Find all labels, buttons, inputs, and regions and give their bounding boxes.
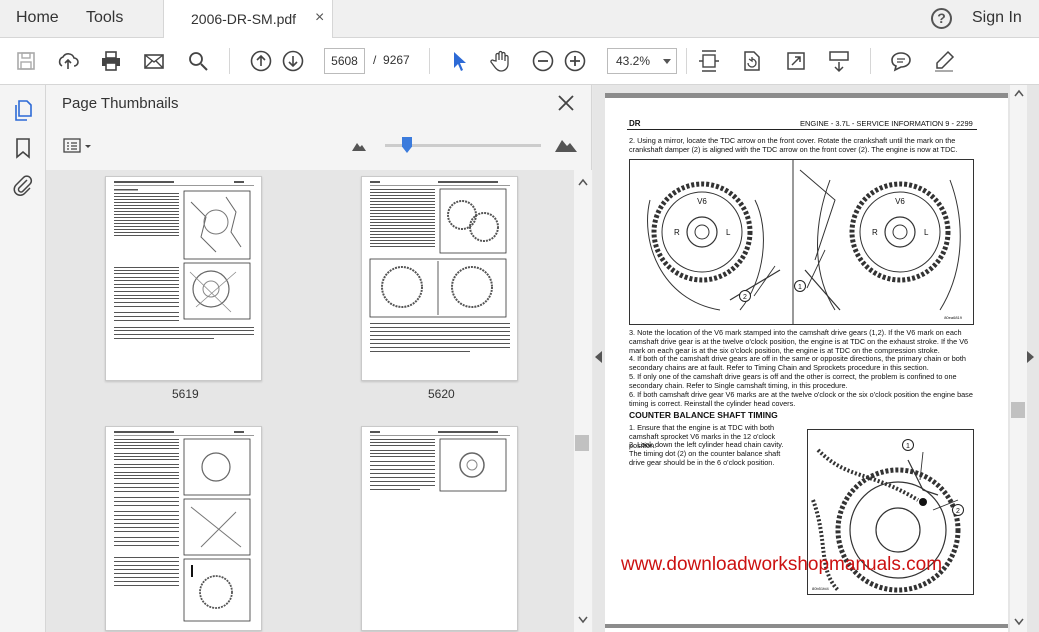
step-3-text: 3. Note the location of the V6 mark stam… [629, 328, 969, 355]
thumbnail-page[interactable] [105, 176, 262, 381]
thumbnail-page-preview [369, 181, 510, 352]
document-page: DR ENGINE - 3.7L - SERVICE INFORMATION 9… [605, 93, 1008, 632]
menu-tools[interactable]: Tools [86, 9, 123, 27]
page-top-edge [605, 93, 1008, 98]
callout-2: 2 [743, 294, 747, 301]
scroll-up-icon[interactable] [578, 178, 588, 186]
figure-code: 80b51fd4 [812, 586, 829, 591]
section-heading: COUNTER BALANCE SHAFT TIMING [629, 410, 778, 420]
menu-home[interactable]: Home [16, 9, 59, 27]
step-6-text: 6. If both camshaft drive gear V6 marks … [629, 390, 973, 408]
gear-label-l-right: L [924, 228, 929, 237]
document-scroll-handle[interactable] [1011, 402, 1025, 418]
previous-page-icon[interactable] [249, 49, 273, 73]
chevron-down-icon [663, 59, 671, 64]
total-pages: / 9267 [373, 53, 410, 67]
cloud-upload-icon[interactable] [56, 49, 80, 73]
watermark-url: www.downloadworkshopmanuals.com [621, 554, 943, 575]
scroll-up-icon[interactable] [1014, 89, 1024, 97]
thumbnail-label: 5620 [428, 387, 455, 401]
collapse-left-icon[interactable] [595, 351, 602, 363]
page-header-title: ENGINE - 3.7L - SERVICE INFORMATION 9 - … [800, 119, 973, 128]
thumbnail-page[interactable] [361, 176, 518, 381]
search-icon[interactable] [186, 49, 210, 73]
select-cursor-icon[interactable] [447, 49, 471, 73]
thumbnail-page-preview [114, 431, 254, 622]
next-page-icon[interactable] [281, 49, 305, 73]
callout-2: 2 [956, 508, 960, 515]
toolbar-divider [429, 48, 430, 74]
thumbnail-page-preview [114, 181, 254, 339]
panel-title: Page Thumbnails [62, 95, 179, 112]
thumbnail-page[interactable] [361, 426, 518, 631]
thumbnail-page-preview [370, 431, 510, 492]
step-5-text: 5. If only one of the camshaft drive gea… [629, 372, 957, 390]
callout-1: 1 [906, 443, 910, 450]
page-number-input[interactable]: 5608 [324, 48, 365, 74]
attachment-icon[interactable] [11, 173, 35, 197]
gear-label-v6-right: V6 [895, 197, 905, 206]
large-thumbnail-icon[interactable] [554, 137, 578, 153]
help-icon[interactable]: ? [931, 8, 952, 29]
save-icon[interactable] [14, 49, 38, 73]
tab-close-icon[interactable]: × [315, 9, 324, 27]
counter-balance-step-2: 2. Look down the left cylinder head chai… [629, 440, 784, 467]
timing-gears-illustration: V6 V6 R L R L 1 2 80ea6819 [647, 160, 963, 324]
thumbnail-scroll-handle[interactable] [575, 435, 589, 451]
top-bar: Home Tools 2006-DR-SM.pdf × ? Sign In [0, 0, 1039, 38]
callout-1: 1 [798, 284, 802, 291]
hand-tool-icon[interactable] [488, 49, 512, 73]
figure-code: 80ea6819 [944, 315, 963, 320]
document-tab[interactable]: 2006-DR-SM.pdf × [163, 0, 333, 38]
scroll-mode-icon[interactable] [827, 49, 851, 73]
thumbnail-page[interactable] [105, 426, 262, 631]
scroll-down-icon[interactable] [578, 616, 588, 624]
gear-label-r-left: R [674, 228, 680, 237]
close-icon[interactable] [556, 93, 576, 113]
zoom-out-icon[interactable] [531, 49, 555, 73]
highlight-pen-icon[interactable] [932, 49, 956, 73]
zoom-in-icon[interactable] [563, 49, 587, 73]
comment-icon[interactable] [889, 49, 913, 73]
print-icon[interactable] [99, 49, 123, 73]
document-scrollbar[interactable] [1010, 85, 1027, 632]
rotate-page-icon[interactable] [740, 49, 764, 73]
gear-label-r-right: R [872, 228, 878, 237]
toolbar-divider [870, 48, 871, 74]
toolbar: 5608 / 9267 43.2% [0, 38, 1039, 85]
tab-title: 2006-DR-SM.pdf [191, 11, 297, 27]
small-thumbnail-icon[interactable] [351, 140, 367, 152]
page-thumbnails-icon[interactable] [11, 99, 35, 123]
thumbnail-options-icon[interactable] [63, 137, 95, 155]
sign-in-link[interactable]: Sign In [972, 9, 1022, 27]
timing-gears-figure: V6 V6 R L R L 1 2 80ea6819 [629, 159, 974, 325]
collapse-right-icon[interactable] [1027, 351, 1034, 363]
page-header-left: DR [629, 119, 641, 128]
thumbnail-label: 5619 [172, 387, 199, 401]
bookmark-icon[interactable] [11, 136, 35, 160]
zoom-value: 43.2% [616, 54, 651, 68]
toolbar-divider [229, 48, 230, 74]
page-bottom-edge [605, 624, 1008, 628]
thumbnail-list[interactable]: 5619 5620 [46, 170, 574, 632]
thumbnail-scrollbar[interactable] [574, 170, 592, 632]
scroll-down-icon[interactable] [1014, 618, 1024, 626]
slider-handle[interactable] [402, 137, 412, 153]
email-icon[interactable] [142, 49, 166, 73]
left-rail [0, 85, 46, 632]
gear-label-v6-left: V6 [697, 197, 707, 206]
fit-page-icon[interactable] [697, 49, 721, 73]
step-4-text: 4. If both of the camshaft drive gears a… [629, 354, 966, 372]
toolbar-divider [686, 48, 687, 74]
full-screen-icon[interactable] [784, 49, 808, 73]
header-rule [627, 129, 977, 130]
step-2-text: 2. Using a mirror, locate the TDC arrow … [629, 136, 958, 154]
gear-label-l-left: L [726, 228, 731, 237]
zoom-select[interactable]: 43.2% [607, 48, 677, 74]
